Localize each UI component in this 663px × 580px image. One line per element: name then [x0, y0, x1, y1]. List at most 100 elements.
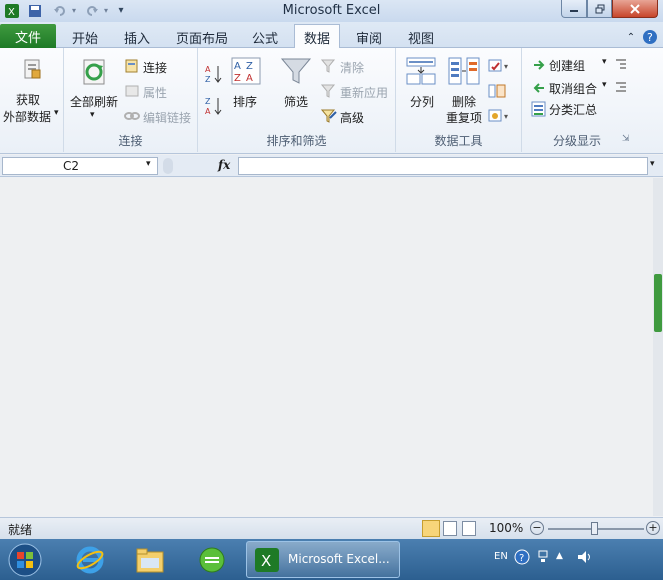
remove-duplicates-icon[interactable] [448, 56, 480, 89]
consolidate-icon[interactable] [488, 83, 506, 102]
get-external-data-icon[interactable] [22, 56, 44, 85]
sort-label[interactable]: 排序 [233, 93, 257, 110]
tab-home[interactable]: 开始 [64, 26, 106, 48]
zoom-slider-thumb[interactable] [591, 522, 598, 535]
filter-label[interactable]: 筛选 [284, 93, 308, 110]
internet-explorer-icon[interactable] [70, 542, 110, 578]
group-label-data-tools: 数据工具 [434, 134, 483, 148]
svg-text:Z: Z [234, 73, 241, 84]
get-external-data-label-2[interactable]: 外部数据 [3, 108, 51, 125]
sort-icon[interactable]: AZZA [231, 56, 261, 89]
minimize-button[interactable] [561, 0, 587, 18]
ungroup-arrow-icon[interactable] [532, 81, 546, 98]
minimize-ribbon-icon[interactable]: ⌃ [623, 26, 639, 48]
get-external-data-label-1[interactable]: 获取 [16, 91, 40, 108]
taskbar-excel-button[interactable]: X Microsoft Excel... [246, 541, 400, 578]
page-break-view-icon[interactable] [462, 521, 476, 536]
advanced-label[interactable]: 高级 [340, 109, 364, 126]
network-icon[interactable] [537, 549, 549, 568]
clear-label: 清除 [340, 61, 365, 75]
remove-duplicates-label-2[interactable]: 重复项 [446, 109, 482, 126]
group-label-outline: 分级显示 [552, 134, 601, 148]
group-outline: 创建组 ▾ 取消组合 ▾ 分类汇总 分级显示 ⇲ [522, 48, 632, 152]
help-icon[interactable]: ? [641, 26, 659, 48]
refresh-all-label[interactable]: 全部刷新 [70, 93, 118, 110]
taskbar-excel-label: Microsoft Excel... [288, 552, 390, 566]
workbook-area[interactable] [0, 178, 663, 516]
name-box[interactable]: C2 [2, 157, 158, 175]
svg-text:A: A [205, 65, 211, 74]
vertical-scrollbar[interactable] [653, 178, 663, 516]
properties-label: 属性 [143, 86, 168, 100]
svg-text:Z: Z [246, 61, 253, 72]
edit-links-icon [124, 108, 140, 127]
language-indicator[interactable]: EN [494, 551, 508, 562]
start-button[interactable] [4, 542, 46, 578]
normal-view-icon[interactable] [422, 520, 440, 537]
hide-detail-icon[interactable] [614, 80, 628, 97]
tab-page-layout[interactable]: 页面布局 [170, 26, 234, 48]
group-label[interactable]: 创建组 [549, 57, 585, 74]
text-to-columns-label[interactable]: 分列 [410, 93, 434, 110]
sort-ascending-icon[interactable]: AZ [205, 64, 223, 87]
tab-view[interactable]: 视图 [400, 26, 442, 48]
help-tray-icon[interactable]: ? [514, 549, 530, 568]
chevron-down-icon[interactable]: ▾ [90, 110, 95, 120]
text-to-columns-icon[interactable] [406, 56, 436, 89]
edit-links-label: 编辑链接 [143, 111, 192, 125]
chevron-down-icon[interactable]: ▾ [602, 80, 607, 90]
dialog-launcher-icon[interactable]: ⇲ [622, 134, 630, 144]
show-hidden-icons-icon[interactable]: ▲ [556, 551, 563, 561]
zoom-out-icon[interactable]: − [530, 521, 544, 535]
group-label-connections: 连接 [118, 134, 143, 148]
connections-icon[interactable] [124, 58, 140, 77]
chevron-down-icon[interactable]: ▾ [146, 159, 151, 169]
zoom-in-icon[interactable]: + [646, 521, 660, 535]
group-arrow-icon[interactable] [532, 58, 546, 75]
svg-text:A: A [246, 73, 253, 84]
subtotal-label[interactable]: 分类汇总 [549, 101, 597, 118]
subtotal-icon[interactable] [530, 100, 548, 121]
restore-button[interactable] [587, 0, 612, 18]
group-sort-filter: AZ ZA AZZA 排序 筛选 清除 重新应用 高级 排序和筛选 [198, 48, 396, 152]
status-ready: 就绪 [8, 523, 33, 537]
ungroup-label[interactable]: 取消组合 [549, 80, 597, 97]
tab-insert[interactable]: 插入 [116, 26, 158, 48]
refresh-all-icon[interactable] [80, 56, 110, 89]
tab-formulas[interactable]: 公式 [244, 26, 286, 48]
connections-label[interactable]: 连接 [143, 59, 167, 76]
svg-text:▾: ▾ [504, 62, 508, 71]
what-if-analysis-icon[interactable]: ▾ [488, 108, 512, 127]
svg-text:?: ? [647, 31, 653, 44]
group-label-sort-filter: 排序和筛选 [266, 134, 327, 148]
tab-file[interactable]: 文件 [0, 24, 56, 48]
media-sync-icon[interactable] [192, 542, 232, 578]
sort-descending-icon[interactable]: ZA [205, 96, 223, 119]
svg-text:A: A [234, 61, 241, 72]
formula-bar-splitter[interactable] [163, 158, 173, 174]
tab-review[interactable]: 审阅 [348, 26, 390, 48]
taskbar: X Microsoft Excel... EN ? ▲ [0, 539, 663, 580]
formula-input[interactable] [238, 157, 648, 175]
remove-duplicates-label-1[interactable]: 删除 [452, 93, 476, 110]
svg-text:?: ? [519, 553, 524, 564]
zoom-level[interactable]: 100% [489, 521, 523, 535]
name-box-value: C2 [63, 159, 80, 173]
insert-function-icon[interactable]: fx [218, 158, 230, 172]
filter-icon[interactable] [280, 56, 312, 89]
expand-formula-bar-icon[interactable]: ▾ [650, 159, 655, 169]
file-explorer-icon[interactable] [130, 542, 170, 578]
svg-text:X: X [261, 552, 271, 570]
scroll-thumb[interactable] [654, 274, 662, 332]
page-layout-view-icon[interactable] [443, 521, 457, 536]
show-detail-icon[interactable] [614, 57, 628, 74]
formula-bar: C2 ▾ fx ▾ [0, 155, 663, 177]
advanced-filter-icon[interactable] [320, 108, 337, 127]
chevron-down-icon[interactable]: ▾ [54, 108, 59, 118]
volume-icon[interactable] [576, 549, 594, 568]
data-validation-icon[interactable]: ▾ [488, 58, 512, 77]
chevron-down-icon[interactable]: ▾ [602, 57, 607, 67]
close-button[interactable] [612, 0, 658, 18]
tab-data[interactable]: 数据 [294, 24, 340, 49]
excel-taskbar-icon: X [253, 546, 281, 577]
